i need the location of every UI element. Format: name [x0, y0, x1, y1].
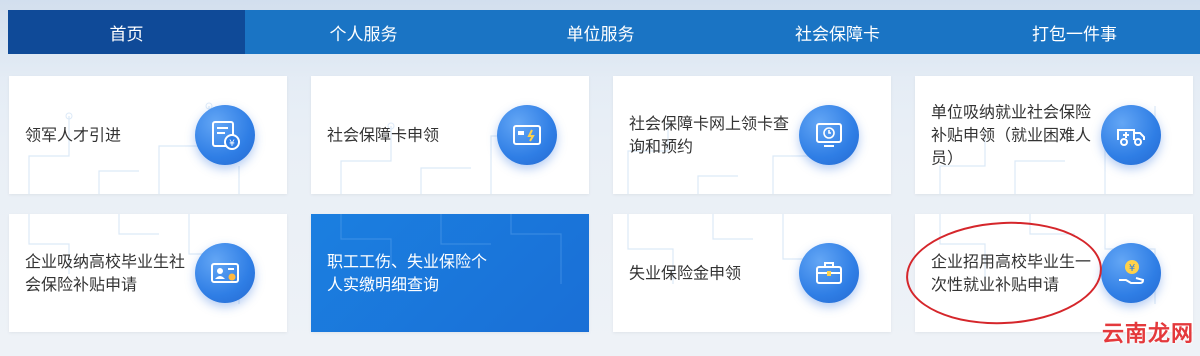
main-nav: 首页 个人服务 单位服务 社会保障卡 打包一件事 — [8, 10, 1200, 54]
svg-text:¥: ¥ — [1129, 263, 1135, 274]
service-card-employment-subsidy[interactable]: 单位吸纳就业社会保险补贴申领（就业困难人员） — [915, 76, 1193, 194]
briefcase-icon — [799, 243, 859, 303]
service-card-label: 企业吸纳高校毕业生社会保险补贴申请 — [25, 252, 186, 294]
service-card-injury-unemployment-query[interactable]: 职工工伤、失业保险个人实缴明细查询 — [311, 214, 589, 332]
service-card-label: 失业保险金申领 — [629, 263, 742, 283]
nav-item-social-security-card[interactable]: 社会保障卡 — [719, 10, 956, 54]
service-card-label: 职工工伤、失业保险个人实缴明细查询 — [327, 252, 488, 294]
service-card-graduate-insurance-subsidy[interactable]: 企业吸纳高校毕业生社会保险补贴申请 — [9, 214, 287, 332]
service-card-label: 社会保障卡申领 — [327, 125, 440, 145]
service-card-label: 社会保障卡网上领卡查询和预约 — [629, 114, 790, 156]
service-card-label: 领军人才引进 — [25, 125, 122, 145]
service-card-graduate-one-time-subsidy[interactable]: 企业招用高校毕业生一次性就业补贴申请 ¥ — [915, 214, 1193, 332]
nav-item-employer-services[interactable]: 单位服务 — [482, 10, 719, 54]
certificate-yuan-icon: ¥ — [195, 105, 255, 165]
service-card-ss-card-online-query[interactable]: 社会保障卡网上领卡查询和预约 — [613, 76, 891, 194]
monitor-clock-icon — [799, 105, 859, 165]
svg-text:¥: ¥ — [229, 139, 235, 149]
nav-item-bundled-services[interactable]: 打包一件事 — [956, 10, 1193, 54]
service-card-ss-card-apply[interactable]: 社会保障卡申领 — [311, 76, 589, 194]
watermark-logo: 云南龙网 — [1101, 322, 1194, 347]
ambulance-icon — [1101, 105, 1161, 165]
card-icon — [497, 105, 557, 165]
hand-coin-icon: ¥ — [1101, 243, 1161, 303]
nav-item-personal-services[interactable]: 个人服务 — [245, 10, 482, 54]
service-card-label: 企业招用高校毕业生一次性就业补贴申请 — [931, 252, 1092, 294]
service-card-unemployment-benefit[interactable]: 失业保险金申领 — [613, 214, 891, 332]
service-card-label: 单位吸纳就业社会保险补贴申领（就业困难人员） — [931, 102, 1092, 168]
service-card-talent-introduction[interactable]: 领军人才引进 ¥ — [9, 76, 287, 194]
nav-item-home[interactable]: 首页 — [8, 10, 245, 54]
id-card-icon — [195, 243, 255, 303]
